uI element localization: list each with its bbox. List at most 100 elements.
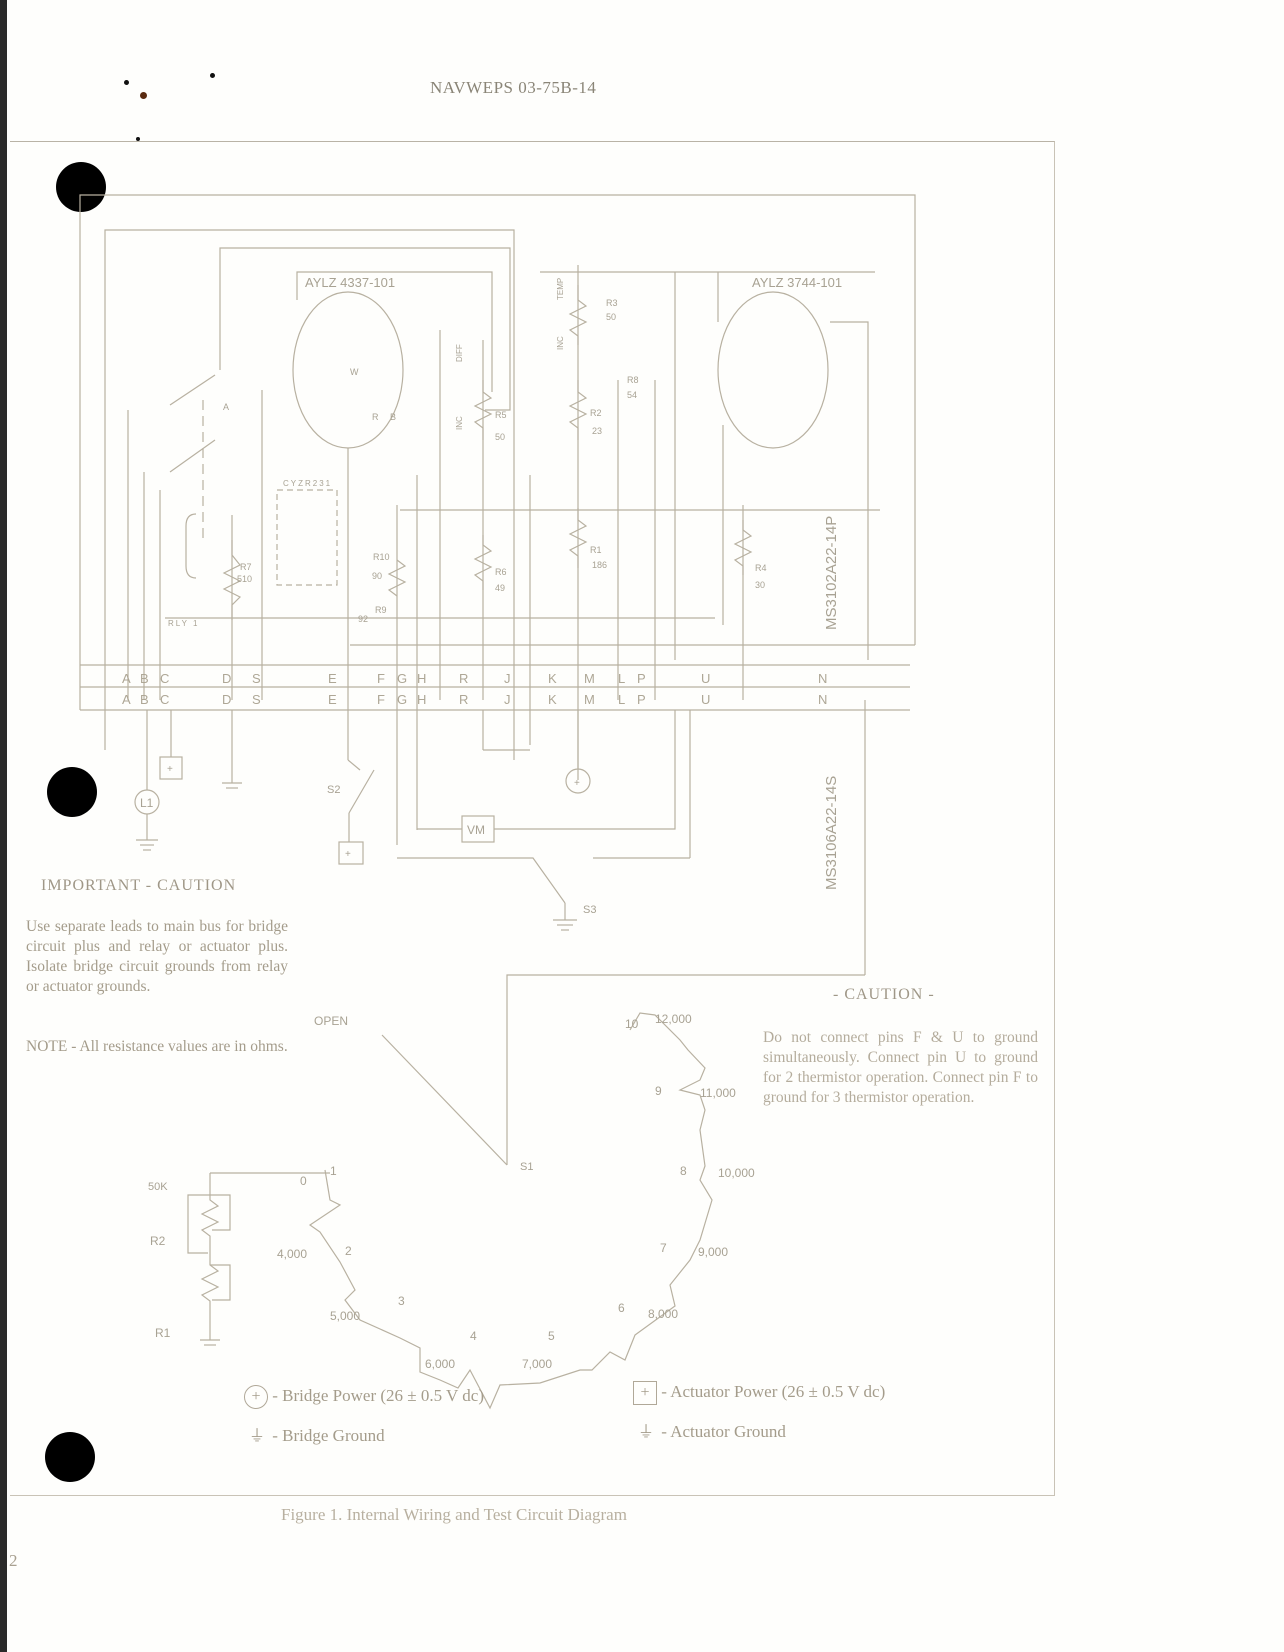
decade-position-4: 4	[470, 1329, 477, 1343]
connector-pin-b: B	[140, 692, 149, 707]
legend-actuator-power: + - Actuator Power (26 ± 0.5 V dc)	[633, 1381, 885, 1405]
voltmeter-label: VM	[467, 823, 485, 837]
connector-pin-h: H	[417, 692, 427, 707]
wiring	[79, 194, 916, 1410]
legend-actuator-ground: ⏚ - Actuator Ground	[635, 1418, 786, 1442]
r1-value: 186	[592, 560, 607, 570]
r2-value: 23	[592, 426, 602, 436]
decade-position-8: 8	[680, 1164, 687, 1178]
connector-pin-d: D	[222, 692, 232, 707]
decade-r1-label: R1	[155, 1326, 171, 1340]
caution-text: Do not connect pins F & U to ground simu…	[763, 1029, 1038, 1106]
r4-value: 30	[755, 580, 765, 590]
r1-name: R1	[590, 545, 602, 555]
connector-pin-n: N	[818, 692, 828, 707]
bridge-ground-icon: ⏚	[248, 1428, 265, 1445]
connector-pin-p: P	[637, 671, 646, 686]
decade-position-9: 9	[655, 1084, 662, 1098]
r2-name: R2	[590, 408, 602, 418]
decade-position-7: 7	[660, 1241, 667, 1255]
connector-pin-n: N	[818, 671, 828, 686]
decade-50k-label: 50K	[148, 1181, 168, 1193]
legend-actuator-power-text: - Actuator Power (26 ± 0.5 V dc)	[661, 1381, 886, 1401]
connector-pin-g: G	[397, 671, 408, 686]
r7-name: R7	[240, 562, 252, 572]
winding-w: W	[350, 367, 359, 377]
relay-contact-a: A	[223, 402, 229, 412]
actuator-power-icon: +	[633, 1381, 657, 1405]
connector-pin-l: L	[618, 671, 626, 686]
filter-label: CYZR231	[283, 479, 332, 488]
connector-pin-e: E	[328, 692, 337, 707]
actuator-plus-icon: +	[345, 849, 351, 860]
r6-name: R6	[495, 567, 507, 577]
important-caution-title: IMPORTANT - CAUTION	[41, 877, 237, 894]
inc-temp-label: INC	[556, 336, 565, 350]
open-label: OPEN	[314, 1014, 348, 1028]
r3-name: R3	[606, 298, 618, 308]
connector-pin-j: J	[504, 671, 511, 686]
resistance-note: NOTE - All resistance values are in ohms…	[26, 1038, 288, 1055]
actuator-plus-icon: +	[167, 764, 173, 775]
caution-title: - CAUTION -	[833, 986, 935, 1003]
decade-position-6: 6	[618, 1301, 625, 1315]
connector-pin-s: S	[252, 671, 261, 686]
actuator-ground-icon: ⏚	[637, 1424, 654, 1441]
decade-position-5: 5	[548, 1329, 555, 1343]
legend-bridge-ground-text: - Bridge Ground	[272, 1426, 385, 1445]
winding-r: R	[372, 412, 379, 422]
r9-value: 92	[358, 614, 368, 624]
connector-pin-f: F	[377, 692, 385, 707]
legend-bridge-ground: ⏚ - Bridge Ground	[246, 1422, 385, 1446]
r3-value: 50	[606, 312, 616, 322]
r6-value: 49	[495, 583, 505, 593]
temp-label: TEMP	[556, 278, 565, 300]
decade-value-6: 8,000	[648, 1307, 678, 1321]
decade-position-3: 3	[398, 1294, 405, 1308]
bridge-plus-icon: +	[574, 778, 580, 789]
r8-name: R8	[627, 375, 639, 385]
connector-pin-g: G	[397, 692, 408, 707]
relay-label: RLY 1	[168, 619, 200, 628]
amplifier-2-label: AYLZ 3744-101	[752, 275, 842, 290]
decade-value-8: 10,000	[718, 1166, 755, 1180]
receptacle-label: MS3102A22-14P	[823, 516, 840, 630]
decade-position-0: 0	[300, 1174, 307, 1188]
connector-pin-j: J	[504, 692, 511, 707]
decade-value-3: 5,000	[330, 1309, 360, 1323]
r5-name: R5	[495, 410, 507, 420]
connector-pin-e: E	[328, 671, 337, 686]
r8-value: 54	[627, 390, 637, 400]
decade-position-2: 2	[345, 1244, 352, 1258]
decade-value-2: 4,000	[277, 1247, 307, 1261]
legend-actuator-ground-text: - Actuator Ground	[661, 1422, 786, 1441]
amplifier-1-label: AYLZ 4337-101	[305, 275, 395, 290]
r7-value: 510	[237, 574, 252, 584]
s3-label: S3	[583, 904, 596, 916]
winding-b: B	[390, 412, 396, 422]
page-number: 2	[9, 1551, 18, 1570]
decade-value-5: 7,000	[522, 1357, 552, 1371]
r5-value: 50	[495, 432, 505, 442]
connector-pin-h: H	[417, 671, 427, 686]
connector-pin-a: A	[122, 692, 131, 707]
connector-pin-u: U	[701, 671, 711, 686]
connector-pin-s: S	[252, 692, 261, 707]
connector-pin-m: M	[584, 692, 595, 707]
decade-position-10: 10	[625, 1017, 639, 1031]
plug-label: MS3106A22-14S	[823, 776, 840, 890]
s1-label: S1	[520, 1161, 533, 1173]
important-caution-text: Use separate leads to main bus for bridg…	[26, 918, 288, 995]
bridge-power-icon: +	[244, 1385, 268, 1409]
connector-pin-c: C	[160, 692, 170, 707]
connector-pin-m: M	[584, 671, 595, 686]
figure-caption: Figure 1. Internal Wiring and Test Circu…	[281, 1505, 627, 1524]
r10-name: R10	[373, 552, 390, 562]
connector-pin-c: C	[160, 671, 170, 686]
legend-bridge-power: + - Bridge Power (26 ± 0.5 V dc)	[244, 1385, 484, 1409]
connector-pin-k: K	[548, 692, 557, 707]
connector-pin-d: D	[222, 671, 232, 686]
decade-value-4: 6,000	[425, 1357, 455, 1371]
lamp-label: L1	[140, 796, 154, 810]
r10-value: 90	[372, 571, 382, 581]
